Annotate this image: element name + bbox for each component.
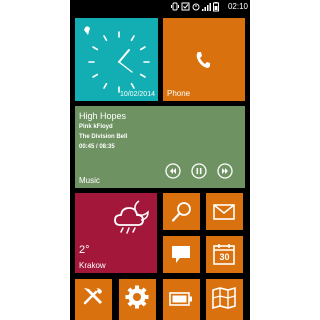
status-icons bbox=[171, 1, 219, 11]
phone-screen: 02:10 10/02/2014 Phone High Hopes Pink k… bbox=[70, 0, 250, 320]
song-title: High Hopes bbox=[79, 111, 127, 121]
phone-label: Phone bbox=[167, 89, 191, 98]
music-label: Music bbox=[79, 176, 100, 185]
pause-button[interactable] bbox=[191, 163, 207, 179]
previous-track-button[interactable] bbox=[165, 163, 181, 179]
mail-icon bbox=[213, 204, 235, 220]
vibrate-icon bbox=[171, 2, 179, 10]
tools-tile[interactable] bbox=[75, 279, 112, 320]
mail-tile[interactable] bbox=[206, 193, 243, 230]
battery-icon bbox=[169, 292, 192, 306]
signal-icon bbox=[202, 2, 211, 11]
messaging-tile[interactable] bbox=[163, 236, 200, 273]
next-track-button[interactable] bbox=[217, 163, 233, 179]
calendar-tile[interactable]: 30 bbox=[206, 236, 243, 273]
settings-tile[interactable] bbox=[119, 279, 156, 320]
speech-bubble-icon bbox=[172, 246, 190, 263]
track-progress: 00:45 / 08:35 bbox=[79, 144, 115, 150]
battery-status-icon bbox=[213, 1, 219, 11]
album-name: The Division Bell bbox=[79, 134, 128, 140]
map-icon bbox=[212, 286, 236, 310]
phone-tile[interactable]: Phone bbox=[163, 18, 245, 101]
weather-temperature: 2° bbox=[79, 244, 90, 256]
search-icon bbox=[171, 202, 191, 222]
alarm-icon bbox=[192, 3, 200, 10]
search-tile[interactable] bbox=[163, 193, 200, 230]
weather-tile[interactable]: 2° Krakow bbox=[75, 193, 157, 273]
weather-city: Krakow bbox=[79, 261, 106, 270]
status-time: 02:10 bbox=[227, 2, 248, 11]
battery-tile[interactable] bbox=[163, 279, 200, 320]
phone-icon bbox=[196, 52, 210, 68]
artist-name: Pink kFloyd bbox=[79, 124, 113, 130]
calendar-day: 30 bbox=[219, 252, 230, 262]
analog-clock-icon bbox=[84, 26, 150, 93]
status-bar: 02:10 bbox=[70, 0, 250, 13]
weather-cloud-moon-icon bbox=[114, 200, 149, 234]
maps-tile[interactable] bbox=[206, 279, 243, 320]
gear-icon bbox=[125, 285, 149, 309]
clock-date: 10/02/2014 bbox=[119, 91, 155, 98]
clock-tile[interactable]: 10/02/2014 bbox=[75, 18, 158, 101]
music-tile[interactable]: High Hopes Pink kFloyd The Division Bell… bbox=[75, 106, 245, 188]
sync-icon bbox=[181, 2, 190, 10]
wrench-icon bbox=[83, 288, 102, 305]
